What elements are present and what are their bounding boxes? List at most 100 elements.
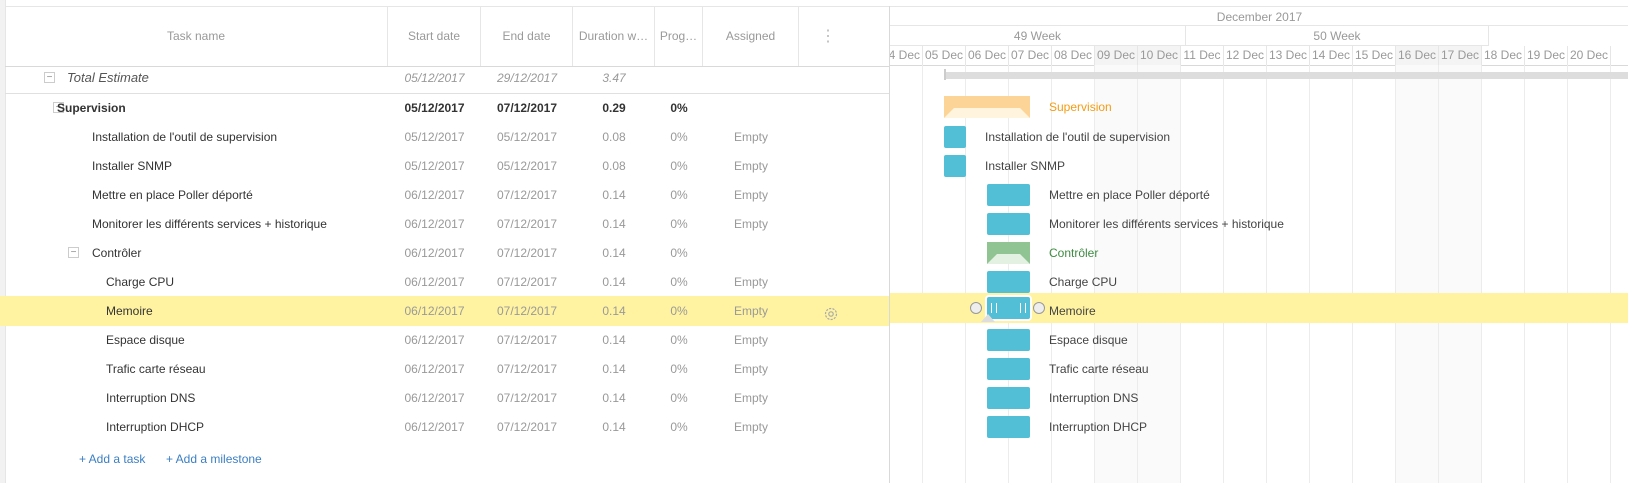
day-header: 14 Dec xyxy=(1310,46,1353,65)
total-estimate-row[interactable]: − Total Estimate 05/12/2017 29/12/2017 3… xyxy=(5,63,889,93)
duration: 0.08 xyxy=(602,130,626,144)
collapse-toggle-icon[interactable]: − xyxy=(44,72,55,83)
day-header: 08 Dec xyxy=(1052,46,1095,65)
assigned[interactable]: Empty xyxy=(703,354,799,384)
gear-icon[interactable] xyxy=(823,303,839,321)
day-header: 13 Dec xyxy=(1267,46,1310,65)
task-bar-reseau[interactable] xyxy=(987,358,1030,380)
end-date: 07/12/2017 xyxy=(496,391,558,405)
task-name[interactable]: Installer SNMP xyxy=(92,151,382,181)
table-row[interactable]: Monitorer les différents services + hist… xyxy=(5,209,889,239)
col-header-task-name[interactable]: Task name xyxy=(5,7,388,66)
assigned[interactable]: Empty xyxy=(703,122,799,152)
task-name[interactable]: Interruption DNS xyxy=(106,383,396,413)
table-row[interactable]: Charge CPU 06/12/2017 07/12/2017 0.14 0% Empt… xyxy=(5,267,889,297)
grid-header: Task name Start date End date Duration w… xyxy=(5,6,889,67)
progress: 0% xyxy=(670,333,688,347)
link-handle-left[interactable] xyxy=(970,302,982,314)
start-date: 06/12/2017 xyxy=(404,304,465,318)
col-header-duration[interactable]: Duration w… xyxy=(573,7,655,66)
assigned[interactable]: Empty xyxy=(703,325,799,355)
duration: 0.14 xyxy=(602,246,626,260)
day-column xyxy=(1224,65,1267,483)
col-header-assigned[interactable]: Assigned xyxy=(703,7,799,66)
task-bar-install[interactable] xyxy=(944,126,966,148)
assigned[interactable] xyxy=(703,93,799,123)
assigned[interactable]: Empty xyxy=(703,151,799,181)
end-date: 07/12/2017 xyxy=(496,420,558,434)
controler-project-bar[interactable] xyxy=(987,242,1030,264)
start-date: 05/12/2017 xyxy=(404,159,465,173)
add-milestone-link[interactable]: + Add a milestone xyxy=(166,452,262,466)
table-row[interactable]: Mettre en place Poller déporté 06/12/2017… xyxy=(5,180,889,210)
assigned[interactable]: Empty xyxy=(703,296,799,326)
task-name[interactable]: Interruption DHCP xyxy=(106,412,396,442)
task-name[interactable]: Charge CPU xyxy=(106,267,396,297)
controler-label: Contrôler xyxy=(1049,246,1099,260)
task-bar-dns[interactable] xyxy=(987,387,1030,409)
task-name[interactable]: Contrôler xyxy=(92,238,382,268)
duration: 0.14 xyxy=(602,275,626,289)
task-bar-snmp[interactable] xyxy=(944,155,966,177)
task-name[interactable]: Supervision xyxy=(57,93,347,123)
task-bar-monitor[interactable] xyxy=(987,213,1030,235)
progress: 0% xyxy=(670,217,688,231)
task-name[interactable]: Monitorer les différents services + hist… xyxy=(92,209,382,239)
bar-label-dns: Interruption DNS xyxy=(1049,391,1139,405)
task-name[interactable]: Espace disque xyxy=(106,325,396,355)
assigned[interactable]: Empty xyxy=(703,209,799,239)
task-name[interactable]: Mettre en place Poller déporté xyxy=(92,180,382,210)
task-bar-poller[interactable] xyxy=(987,184,1030,206)
col-header-end-date[interactable]: End date xyxy=(481,7,573,66)
task-bar-dhcp[interactable] xyxy=(987,416,1030,438)
bar-label-memoire: Memoire xyxy=(1049,304,1096,318)
table-row[interactable]: Interruption DNS 06/12/2017 07/12/2017 0.14… xyxy=(5,383,889,413)
assigned[interactable]: Empty xyxy=(703,267,799,297)
table-row[interactable]: Memoire 06/12/2017 07/12/2017 0.14 0% Empty xyxy=(0,296,889,326)
task-name[interactable]: Memoire xyxy=(106,296,396,326)
table-row[interactable]: Installation de l'outil de supervision 05… xyxy=(5,122,889,152)
link-handle-right[interactable] xyxy=(1033,302,1045,314)
task-name[interactable]: Installation de l'outil de supervision xyxy=(92,122,382,152)
bar-label-poller: Mettre en place Poller déporté xyxy=(1049,188,1210,202)
table-row[interactable]: Espace disque 06/12/2017 07/12/2017 0.14 0% E… xyxy=(5,325,889,355)
assigned[interactable]: Empty xyxy=(703,412,799,442)
resize-grip-right-icon[interactable] xyxy=(1020,303,1026,313)
resize-grip-left-icon[interactable] xyxy=(991,303,997,313)
month-header: December 2017 xyxy=(890,6,1628,26)
duration: 0.14 xyxy=(602,304,626,318)
start-date: 06/12/2017 xyxy=(404,275,465,289)
table-row[interactable]: − Contrôler 06/12/2017 07/12/2017 0.14 0% xyxy=(5,238,889,268)
total-summary-bar[interactable] xyxy=(945,72,1628,79)
assigned[interactable]: Empty xyxy=(703,383,799,413)
table-row[interactable]: − Supervision 05/12/2017 07/12/2017 0.29 0% xyxy=(5,93,889,123)
task-bar-cpu[interactable] xyxy=(987,271,1030,293)
column-menu-icon[interactable]: ⋮ xyxy=(799,7,857,66)
add-task-link[interactable]: + Add a task xyxy=(79,452,145,466)
table-row[interactable]: Interruption DHCP 06/12/2017 07/12/2017 0.1… xyxy=(5,412,889,442)
assigned[interactable]: Empty xyxy=(703,180,799,210)
day-header: 19 Dec xyxy=(1525,46,1568,65)
progress-drag-icon[interactable] xyxy=(981,314,995,322)
table-row[interactable]: Trafic carte réseau 06/12/2017 07/12/2017 0… xyxy=(5,354,889,384)
task-name[interactable]: Trafic carte réseau xyxy=(106,354,396,384)
day-header: 17 Dec xyxy=(1439,46,1482,65)
project-bar-shape xyxy=(944,108,1030,118)
col-header-progress[interactable]: Prog… xyxy=(655,7,703,66)
end-date: 07/12/2017 xyxy=(496,188,558,202)
day-column xyxy=(890,65,923,483)
table-row[interactable]: Installer SNMP 05/12/2017 05/12/2017 0.08 0%… xyxy=(5,151,889,181)
supervision-project-bar[interactable] xyxy=(944,96,1030,118)
start-date: 05/12/2017 xyxy=(404,101,465,115)
assigned[interactable] xyxy=(703,238,799,268)
col-header-start-date[interactable]: Start date xyxy=(388,7,481,66)
progress: 0% xyxy=(670,420,688,434)
progress: 0% xyxy=(670,188,688,202)
gantt-chart: December 2017 49 Week 50 Week 04 Dec05 D… xyxy=(889,6,1628,483)
day-header: 07 Dec xyxy=(1009,46,1052,65)
project-bar-shape xyxy=(987,254,1030,264)
summary-start-marker xyxy=(944,69,946,80)
end-date: 07/12/2017 xyxy=(496,101,558,115)
collapse-toggle-icon[interactable]: − xyxy=(68,247,79,258)
task-bar-disque[interactable] xyxy=(987,329,1030,351)
